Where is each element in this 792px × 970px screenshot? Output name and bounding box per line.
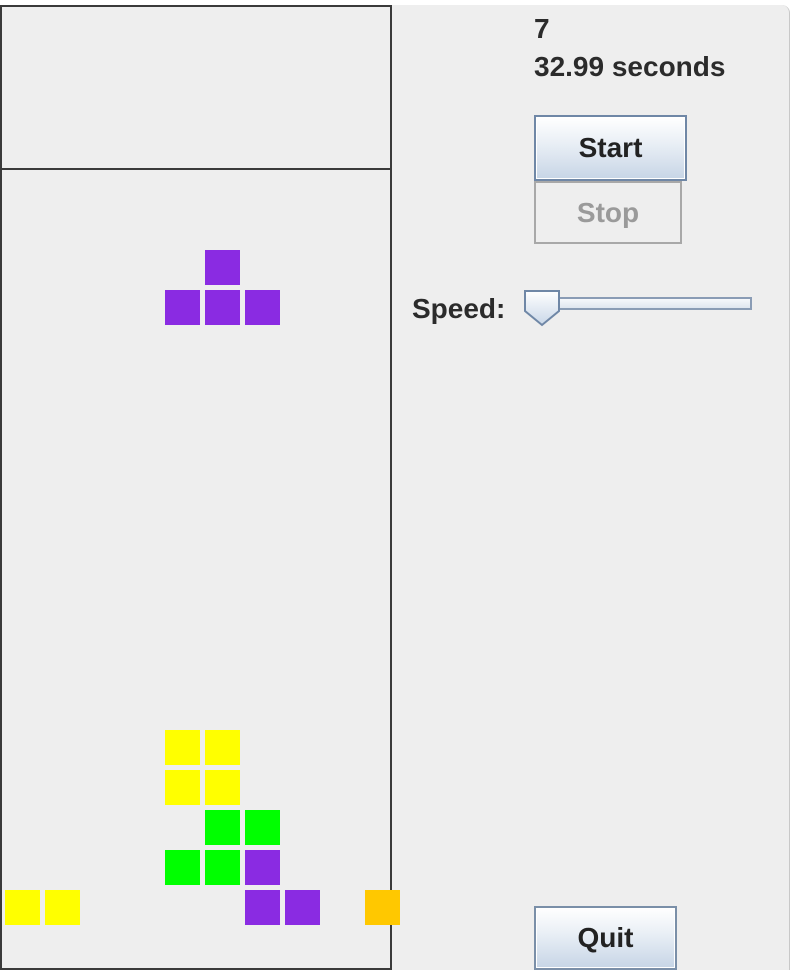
settled-block — [205, 810, 240, 845]
settled-block — [205, 850, 240, 885]
settled-block — [5, 890, 40, 925]
falling-piece-block — [245, 290, 280, 325]
settled-block — [165, 850, 200, 885]
stop-button[interactable]: Stop — [534, 181, 682, 244]
settled-block — [205, 730, 240, 765]
speed-slider-thumb[interactable] — [523, 289, 563, 327]
speed-label: Speed: — [412, 293, 506, 324]
falling-piece-block — [205, 290, 240, 325]
settled-block — [165, 730, 200, 765]
falling-piece-block — [165, 290, 200, 325]
settled-block — [245, 890, 280, 925]
game-board — [0, 5, 400, 970]
elapsed-time-display: 32.99 seconds — [534, 51, 726, 82]
settled-block — [285, 890, 320, 925]
settled-block — [205, 770, 240, 805]
settled-block — [245, 850, 280, 885]
falling-piece-block — [205, 250, 240, 285]
settled-block — [45, 890, 80, 925]
score-display: 7 — [534, 13, 550, 44]
quit-button[interactable]: Quit — [534, 906, 677, 970]
spawn-zone-divider — [2, 168, 390, 170]
start-button[interactable]: Start — [534, 115, 687, 181]
settled-block — [245, 810, 280, 845]
settled-block — [165, 770, 200, 805]
side-panel: 7 32.99 seconds Start Stop Speed: Quit — [392, 5, 790, 970]
